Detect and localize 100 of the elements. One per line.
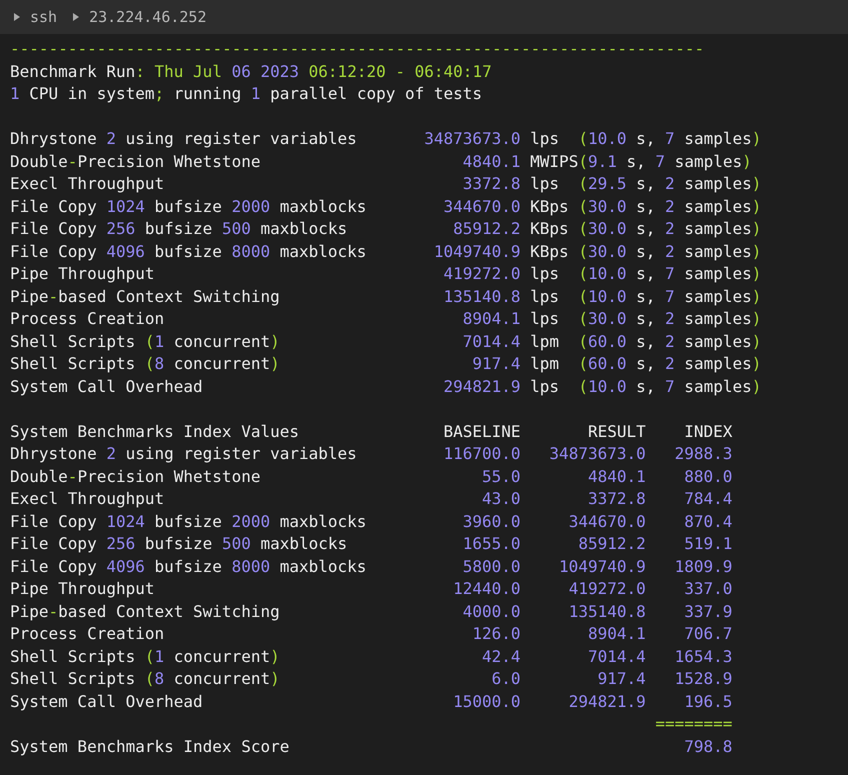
test-name: Execl Throughput [10, 173, 166, 195]
baseline-value: 12440.0 [452, 578, 521, 600]
test-unit: KBps [529, 218, 570, 240]
result-value: 7014.4 [586, 646, 646, 668]
test-value: 8904.1 [462, 308, 521, 330]
result-value: 4840.1 [586, 466, 646, 488]
test-unit: lps [529, 308, 560, 330]
result-value: 1049740.9 [558, 556, 646, 578]
test-unit: lps [529, 263, 560, 285]
result-value: 419272.0 [568, 578, 646, 600]
test-value: 344670.0 [442, 196, 521, 218]
index-score: 798.8 [683, 736, 732, 758]
column-header: BASELINE [442, 420, 521, 442]
test-unit: KBps [529, 240, 570, 262]
test-unit: lps [529, 376, 560, 398]
test-name: File Copy 4096 bufsize 8000 maxblocks [10, 240, 368, 262]
test-value: 917.4 [471, 353, 521, 375]
test-name: File Copy 256 bufsize 500 maxblocks [10, 218, 348, 240]
baseline-value: 3960.0 [462, 510, 521, 532]
test-detail: (10.0 s, 7 samples) [578, 263, 762, 285]
result-value: 8904.1 [586, 623, 646, 645]
baseline-value: 6.0 [490, 668, 521, 690]
test-detail: (10.0 s, 7 samples) [578, 286, 762, 308]
test-name: Double-Precision Whetstone [10, 466, 262, 488]
index-value: 880.0 [683, 466, 732, 488]
test-name: Dhrystone 2 using register variables [10, 128, 358, 150]
baseline-value: 4000.0 [462, 600, 521, 622]
index-value: 2988.3 [674, 443, 732, 465]
result-value: 917.4 [596, 668, 646, 690]
test-detail: (10.0 s, 7 samples) [578, 376, 762, 398]
result-value: 85912.2 [577, 533, 646, 555]
test-detail: (30.0 s, 2 samples) [578, 308, 762, 330]
test-value: 4840.1 [462, 150, 521, 172]
index-value: 784.4 [683, 488, 732, 510]
benchmark-run-line: Benchmark Run: Thu Jul 06 2023 06:12:20 - 06:40:17 [10, 60, 493, 82]
test-name: File Copy 4096 bufsize 8000 maxblocks [10, 556, 368, 578]
test-unit: lps [529, 128, 560, 150]
test-value: 1049740.9 [432, 240, 521, 262]
test-value: 34873673.0 [423, 128, 521, 150]
test-unit: KBps [529, 196, 570, 218]
test-unit: lps [529, 173, 560, 195]
column-header: RESULT [586, 420, 646, 442]
test-name: Pipe-based Context Switching [10, 286, 281, 308]
result-value: 3372.8 [586, 488, 646, 510]
test-value: 294821.9 [442, 376, 521, 398]
score-label: System Benchmarks Index Score [10, 736, 290, 758]
test-name: File Copy 256 bufsize 500 maxblocks [10, 533, 348, 555]
test-unit: MWIPS [529, 150, 578, 172]
baseline-value: 55.0 [481, 466, 521, 488]
separator-line: ------------------------------------------------------------------------ [10, 38, 706, 60]
test-name: Dhrystone 2 using register variables [10, 443, 358, 465]
column-header: System Benchmarks Index Values [10, 420, 300, 442]
test-unit: lps [529, 286, 560, 308]
breadcrumb-item[interactable]: 23.224.46.252 [89, 8, 206, 26]
test-unit: lpm [529, 330, 560, 352]
test-detail: (30.0 s, 2 samples) [578, 196, 762, 218]
baseline-value: 1655.0 [462, 533, 521, 555]
test-value: 3372.8 [462, 173, 521, 195]
baseline-value: 126.0 [471, 623, 521, 645]
score-underline: ======== [654, 713, 732, 735]
test-name: System Call Overhead [10, 690, 204, 712]
index-value: 196.5 [683, 690, 732, 712]
test-name: Process Creation [10, 623, 166, 645]
test-value: 419272.0 [442, 263, 521, 285]
baseline-value: 5800.0 [462, 556, 521, 578]
index-value: 519.1 [683, 533, 732, 555]
index-value: 1654.3 [674, 646, 732, 668]
test-name: Shell Scripts (1 concurrent) [10, 330, 281, 352]
result-value: 34873673.0 [548, 443, 646, 465]
test-name: File Copy 1024 bufsize 2000 maxblocks [10, 510, 368, 532]
test-value: 7014.4 [462, 330, 521, 352]
test-detail: (10.0 s, 7 samples) [578, 128, 762, 150]
test-name: Shell Scripts (1 concurrent) [10, 646, 281, 668]
index-value: 337.9 [683, 600, 732, 622]
test-name: Double-Precision Whetstone [10, 150, 262, 172]
index-value: 870.4 [683, 510, 732, 532]
test-name: File Copy 1024 bufsize 2000 maxblocks [10, 196, 368, 218]
baseline-value: 116700.0 [442, 443, 521, 465]
cpu-line: 1 CPU in system; running 1 parallel copy of tests [10, 83, 484, 105]
test-unit: lpm [529, 353, 560, 375]
test-value: 85912.2 [452, 218, 521, 240]
test-name: Pipe Throughput [10, 263, 156, 285]
test-detail: (29.5 s, 2 samples) [578, 173, 762, 195]
baseline-value: 15000.0 [452, 690, 521, 712]
test-name: Pipe-based Context Switching [10, 600, 281, 622]
test-name: Pipe Throughput [10, 578, 156, 600]
index-value: 337.0 [683, 578, 732, 600]
index-value: 1809.9 [674, 556, 732, 578]
test-detail: (9.1 s, 7 samples) [578, 150, 753, 172]
baseline-value: 43.0 [481, 488, 521, 510]
breadcrumb-item[interactable]: ssh [30, 8, 58, 26]
test-value: 135140.8 [442, 286, 521, 308]
test-detail: (30.0 s, 2 samples) [578, 218, 762, 240]
test-detail: (30.0 s, 2 samples) [578, 240, 762, 262]
triangle-icon [73, 13, 80, 21]
test-name: Process Creation [10, 308, 166, 330]
test-name: Shell Scripts (8 concurrent) [10, 668, 281, 690]
test-name: System Call Overhead [10, 376, 204, 398]
test-detail: (60.0 s, 2 samples) [578, 353, 762, 375]
test-name: Shell Scripts (8 concurrent) [10, 353, 281, 375]
